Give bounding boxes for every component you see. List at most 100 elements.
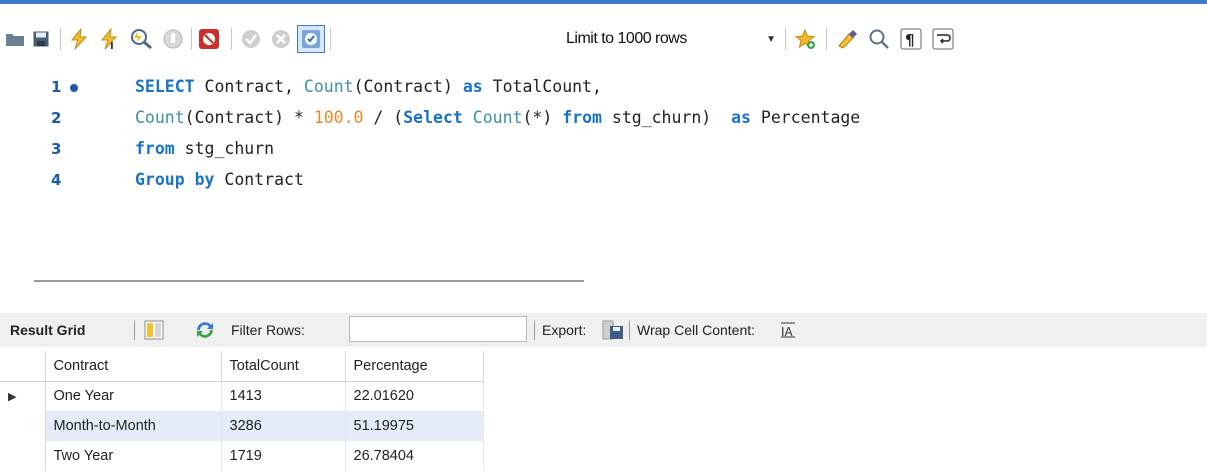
code-line[interactable]: 1 SELECT Contract, Count(Contract) as Tot… [0, 72, 1207, 102]
current-row-icon: ▶ [8, 391, 17, 404]
toolbar-separator [785, 28, 786, 50]
refresh-icon[interactable] [194, 313, 216, 347]
stop-icon[interactable] [160, 22, 186, 56]
svg-text:IA: IA [781, 325, 794, 338]
row-gutter[interactable] [0, 411, 46, 441]
toggle-error-icon[interactable] [196, 22, 222, 56]
code-line[interactable]: 4 Group by Contract [0, 165, 1207, 195]
result-toolbar: Result Grid Filter Rows: Export: Wrap Ce… [0, 313, 1207, 347]
toolbar-separator [330, 28, 331, 50]
toolbar-separator [191, 28, 192, 50]
brush-icon[interactable] [834, 22, 860, 56]
column-header-totalcount[interactable]: TotalCount [221, 351, 346, 382]
code-line[interactable]: 3 from stg_churn [0, 134, 1207, 164]
code-token: 100.0 [313, 108, 364, 127]
window-accent-bar [0, 0, 1207, 4]
wrap-cell-icon[interactable]: IA [780, 313, 796, 347]
table-cell[interactable]: 51.19975 [345, 411, 484, 441]
table-cell[interactable]: 22.01620 [345, 381, 484, 411]
svg-text:¶: ¶ [905, 31, 915, 49]
autocommit-icon[interactable] [297, 25, 325, 53]
save-icon[interactable] [28, 22, 54, 56]
filter-rows-label: Filter Rows: [231, 322, 305, 338]
beautify-icon[interactable] [792, 22, 818, 56]
export-label: Export: [542, 322, 587, 338]
toolbar-separator [134, 321, 135, 340]
code-token: Contract [214, 170, 304, 189]
code-token: as [731, 108, 751, 127]
code-token: / ( [363, 108, 404, 127]
table-cell[interactable]: One Year [45, 381, 222, 411]
wrap-cell-label: Wrap Cell Content: [637, 322, 756, 338]
code-token: stg_churn [174, 139, 275, 158]
code-token: as [462, 77, 483, 96]
code-token: (Contract) * [184, 108, 314, 127]
find-icon[interactable] [866, 22, 892, 56]
code-token: stg_churn) [601, 108, 732, 127]
code-token: from [562, 108, 602, 127]
line-number: 1 [51, 78, 62, 96]
row-gutter-header [0, 351, 46, 382]
column-header-contract[interactable]: Contract [45, 351, 222, 382]
line-number: 4 [51, 171, 62, 189]
toolbar-separator [231, 28, 232, 50]
line-number: 2 [51, 109, 62, 127]
code-token: (*) [522, 108, 563, 127]
limit-rows-select[interactable]: Limit to 1000 rows ▼ [566, 26, 782, 52]
table-row[interactable]: Month-to-Month 3286 51.19975 [0, 411, 484, 441]
line-number: 3 [51, 140, 62, 158]
code-text: Group by Contract [135, 165, 304, 195]
code-token: Percentage [750, 108, 861, 127]
code-token: Count [303, 77, 354, 96]
folder-icon[interactable] [2, 22, 28, 56]
code-token: TotalCount, [482, 77, 602, 96]
table-cell[interactable]: 1413 [221, 381, 346, 411]
code-token: (Contract) [353, 77, 463, 96]
code-text: from stg_churn [135, 134, 274, 164]
limit-rows-label: Limit to 1000 rows [566, 30, 687, 47]
table-cell[interactable]: 3286 [221, 411, 346, 441]
grid-header-row: Contract TotalCount Percentage [0, 351, 484, 382]
result-grid-tab[interactable]: Result Grid [10, 313, 85, 347]
filter-rows-input[interactable] [349, 316, 527, 342]
code-text: Count(Contract) * 100.0 / (Select Count(… [135, 103, 860, 133]
code-token: Count [135, 108, 185, 127]
commit-icon[interactable] [238, 22, 264, 56]
execute-current-icon[interactable]: I [96, 22, 122, 56]
execute-icon[interactable] [66, 22, 92, 56]
table-cell[interactable]: Two Year [45, 441, 222, 471]
code-line[interactable]: 2 Count(Contract) * 100.0 / (Select Count… [0, 103, 1207, 133]
toolbar-separator [629, 321, 630, 340]
code-token: SELECT [135, 77, 195, 96]
svg-text:I: I [110, 41, 114, 50]
row-gutter[interactable]: ▶ [0, 381, 46, 411]
explain-icon[interactable] [128, 22, 154, 56]
chevron-down-icon: ▼ [766, 33, 776, 45]
sql-editor-toolbar: I Limit to 1000 rows ▼ ¶ [0, 22, 1207, 56]
sql-editor[interactable]: 1 SELECT Contract, Count(Contract) as Tot… [0, 72, 1207, 242]
code-text: SELECT Contract, Count(Contract) as Tota… [135, 72, 602, 102]
rollback-icon[interactable] [268, 22, 294, 56]
table-cell[interactable]: Month-to-Month [45, 411, 222, 441]
grid-layout-icon[interactable] [144, 313, 164, 347]
table-cell[interactable]: 1719 [221, 441, 346, 471]
invisible-chars-icon[interactable]: ¶ [898, 22, 924, 56]
row-gutter[interactable] [0, 441, 46, 471]
result-grid[interactable]: Contract TotalCount Percentage ▶ One Year… [0, 351, 484, 471]
code-token: Select [403, 108, 463, 127]
code-token: Group by [135, 170, 215, 189]
table-cell[interactable]: 26.78404 [345, 441, 484, 471]
word-wrap-icon[interactable] [930, 22, 956, 56]
export-icon[interactable] [602, 313, 624, 347]
statement-marker-icon [70, 84, 78, 92]
panel-splitter[interactable] [34, 280, 584, 282]
table-row[interactable]: ▶ One Year 1413 22.01620 [0, 381, 484, 411]
code-token: Count [472, 108, 523, 127]
column-header-percentage[interactable]: Percentage [345, 351, 484, 382]
table-row[interactable]: Two Year 1719 26.78404 [0, 441, 484, 471]
code-token: Contract, [194, 77, 304, 96]
toolbar-separator [60, 28, 61, 50]
toolbar-separator [826, 28, 827, 50]
code-token: from [135, 139, 175, 158]
